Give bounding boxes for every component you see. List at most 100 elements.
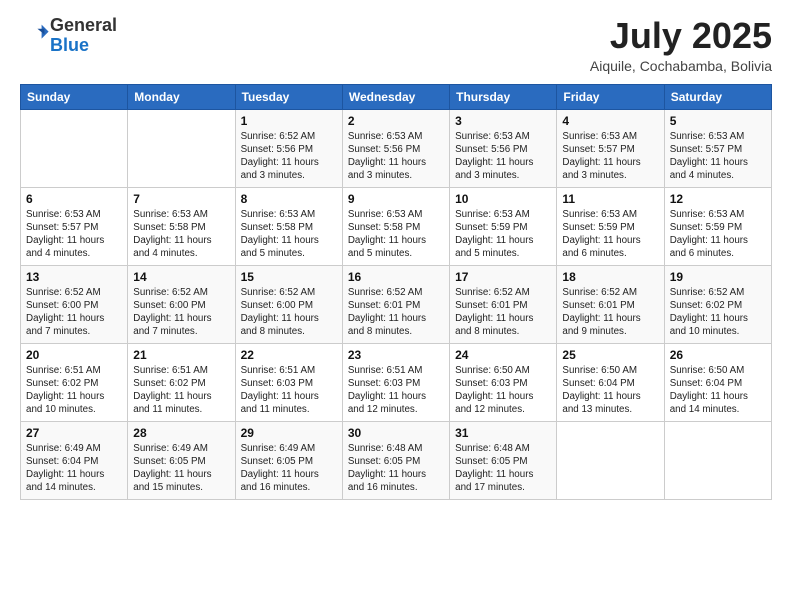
logo-blue: Blue <box>50 35 89 55</box>
day-number: 3 <box>455 114 551 128</box>
day-info: Sunrise: 6:52 AMSunset: 6:02 PMDaylight:… <box>670 286 766 339</box>
day-info: Sunrise: 6:48 AMSunset: 6:05 PMDaylight:… <box>348 442 444 495</box>
weekday-header-tuesday: Tuesday <box>235 84 342 109</box>
day-number: 4 <box>562 114 658 128</box>
calendar-cell: 27 Sunrise: 6:49 AMSunset: 6:04 PMDayligh… <box>21 421 128 499</box>
weekday-header-friday: Friday <box>557 84 664 109</box>
day-number: 8 <box>241 192 337 206</box>
location-subtitle: Aiquile, Cochabamba, Bolivia <box>590 58 772 74</box>
calendar-week-3: 13Sunrise: 6:52 AMSunset: 6:00 PMDayligh… <box>21 265 772 343</box>
day-info: Sunrise: 6:53 AMSunset: 5:57 PMDaylight:… <box>26 208 122 261</box>
calendar-cell: 5Sunrise: 6:53 AMSunset: 5:57 PMDaylight… <box>664 109 771 187</box>
day-number: 23 <box>348 348 444 362</box>
calendar-cell: 6Sunrise: 6:53 AMSunset: 5:57 PMDaylight… <box>21 187 128 265</box>
calendar-week-4: 20Sunrise: 6:51 AMSunset: 6:02 PMDayligh… <box>21 343 772 421</box>
day-info: Sunrise: 6:48 AMSunset: 6:05 PMDaylight:… <box>455 442 551 495</box>
day-info: Sunrise: 6:53 AMSunset: 5:59 PMDaylight:… <box>670 208 766 261</box>
day-number: 28 <box>133 426 229 440</box>
header: General Blue July 2025 Aiquile, Cochabam… <box>20 16 772 74</box>
weekday-header-sunday: Sunday <box>21 84 128 109</box>
day-number: 14 <box>133 270 229 284</box>
day-info: Sunrise: 6:53 AMSunset: 5:57 PMDaylight:… <box>562 130 658 183</box>
calendar-header: SundayMondayTuesdayWednesdayThursdayFrid… <box>21 84 772 109</box>
weekday-header-monday: Monday <box>128 84 235 109</box>
calendar-cell <box>664 421 771 499</box>
day-info: Sunrise: 6:52 AMSunset: 6:01 PMDaylight:… <box>455 286 551 339</box>
day-info: Sunrise: 6:53 AMSunset: 5:58 PMDaylight:… <box>133 208 229 261</box>
calendar-cell: 19Sunrise: 6:52 AMSunset: 6:02 PMDayligh… <box>664 265 771 343</box>
calendar-cell <box>128 109 235 187</box>
day-number: 11 <box>562 192 658 206</box>
day-info: Sunrise: 6:52 AMSunset: 5:56 PMDaylight:… <box>241 130 337 183</box>
calendar-cell: 14 Sunrise: 6:52 AMSunset: 6:00 PMDayligh… <box>128 265 235 343</box>
calendar-cell: 30 Sunrise: 6:48 AMSunset: 6:05 PMDayligh… <box>342 421 449 499</box>
day-info: Sunrise: 6:50 AMSunset: 6:04 PMDaylight:… <box>670 364 766 417</box>
calendar-cell: 17 Sunrise: 6:52 AMSunset: 6:01 PMDayligh… <box>450 265 557 343</box>
day-info: Sunrise: 6:53 AMSunset: 5:57 PMDaylight:… <box>670 130 766 183</box>
day-number: 17 <box>455 270 551 284</box>
day-number: 24 <box>455 348 551 362</box>
calendar-cell: 10Sunrise: 6:53 AMSunset: 5:59 PMDayligh… <box>450 187 557 265</box>
calendar-table: SundayMondayTuesdayWednesdayThursdayFrid… <box>20 84 772 500</box>
day-number: 7 <box>133 192 229 206</box>
day-number: 9 <box>348 192 444 206</box>
calendar-cell: 3 Sunrise: 6:53 AMSunset: 5:56 PMDaylight… <box>450 109 557 187</box>
calendar-cell: 12 Sunrise: 6:53 AMSunset: 5:59 PMDayligh… <box>664 187 771 265</box>
day-info: Sunrise: 6:53 AMSunset: 5:59 PMDaylight:… <box>562 208 658 261</box>
calendar-cell: 20Sunrise: 6:51 AMSunset: 6:02 PMDayligh… <box>21 343 128 421</box>
day-info: Sunrise: 6:52 AMSunset: 6:01 PMDaylight:… <box>562 286 658 339</box>
day-info: Sunrise: 6:52 AMSunset: 6:00 PMDaylight:… <box>133 286 229 339</box>
day-number: 1 <box>241 114 337 128</box>
weekday-row: SundayMondayTuesdayWednesdayThursdayFrid… <box>21 84 772 109</box>
day-info: Sunrise: 6:50 AMSunset: 6:03 PMDaylight:… <box>455 364 551 417</box>
day-number: 16 <box>348 270 444 284</box>
day-number: 25 <box>562 348 658 362</box>
day-number: 22 <box>241 348 337 362</box>
day-info: Sunrise: 6:51 AMSunset: 6:02 PMDaylight:… <box>133 364 229 417</box>
day-info: Sunrise: 6:51 AMSunset: 6:02 PMDaylight:… <box>26 364 122 417</box>
logo-text: General Blue <box>50 16 117 56</box>
calendar-cell: 13Sunrise: 6:52 AMSunset: 6:00 PMDayligh… <box>21 265 128 343</box>
calendar-cell: 18 Sunrise: 6:52 AMSunset: 6:01 PMDayligh… <box>557 265 664 343</box>
calendar-cell: 31 Sunrise: 6:48 AMSunset: 6:05 PMDayligh… <box>450 421 557 499</box>
day-info: Sunrise: 6:53 AMSunset: 5:56 PMDaylight:… <box>455 130 551 183</box>
weekday-header-thursday: Thursday <box>450 84 557 109</box>
day-number: 15 <box>241 270 337 284</box>
logo: General Blue <box>20 16 117 56</box>
day-number: 30 <box>348 426 444 440</box>
day-number: 2 <box>348 114 444 128</box>
calendar-week-1: 1 Sunrise: 6:52 AMSunset: 5:56 PMDaylight… <box>21 109 772 187</box>
logo-icon <box>22 19 50 47</box>
calendar-cell: 25 Sunrise: 6:50 AMSunset: 6:04 PMDayligh… <box>557 343 664 421</box>
day-info: Sunrise: 6:53 AMSunset: 5:56 PMDaylight:… <box>348 130 444 183</box>
calendar-week-2: 6Sunrise: 6:53 AMSunset: 5:57 PMDaylight… <box>21 187 772 265</box>
calendar-body: 1 Sunrise: 6:52 AMSunset: 5:56 PMDaylight… <box>21 109 772 499</box>
day-info: Sunrise: 6:50 AMSunset: 6:04 PMDaylight:… <box>562 364 658 417</box>
calendar-cell: 21 Sunrise: 6:51 AMSunset: 6:02 PMDayligh… <box>128 343 235 421</box>
calendar-cell: 15 Sunrise: 6:52 AMSunset: 6:00 PMDayligh… <box>235 265 342 343</box>
day-info: Sunrise: 6:51 AMSunset: 6:03 PMDaylight:… <box>241 364 337 417</box>
calendar-cell: 11 Sunrise: 6:53 AMSunset: 5:59 PMDayligh… <box>557 187 664 265</box>
day-number: 10 <box>455 192 551 206</box>
day-number: 18 <box>562 270 658 284</box>
day-info: Sunrise: 6:49 AMSunset: 6:05 PMDaylight:… <box>133 442 229 495</box>
day-info: Sunrise: 6:52 AMSunset: 6:00 PMDaylight:… <box>241 286 337 339</box>
day-number: 21 <box>133 348 229 362</box>
day-info: Sunrise: 6:49 AMSunset: 6:05 PMDaylight:… <box>241 442 337 495</box>
day-number: 26 <box>670 348 766 362</box>
day-number: 27 <box>26 426 122 440</box>
weekday-header-wednesday: Wednesday <box>342 84 449 109</box>
day-number: 12 <box>670 192 766 206</box>
calendar-cell: 1 Sunrise: 6:52 AMSunset: 5:56 PMDaylight… <box>235 109 342 187</box>
calendar-cell: 29Sunrise: 6:49 AMSunset: 6:05 PMDayligh… <box>235 421 342 499</box>
day-number: 31 <box>455 426 551 440</box>
calendar-cell: 23Sunrise: 6:51 AMSunset: 6:03 PMDayligh… <box>342 343 449 421</box>
calendar-cell <box>557 421 664 499</box>
calendar-cell: 24 Sunrise: 6:50 AMSunset: 6:03 PMDayligh… <box>450 343 557 421</box>
title-block: July 2025 Aiquile, Cochabamba, Bolivia <box>590 16 772 74</box>
month-title: July 2025 <box>590 16 772 56</box>
day-info: Sunrise: 6:49 AMSunset: 6:04 PMDaylight:… <box>26 442 122 495</box>
day-info: Sunrise: 6:52 AMSunset: 6:00 PMDaylight:… <box>26 286 122 339</box>
calendar-cell: 7 Sunrise: 6:53 AMSunset: 5:58 PMDaylight… <box>128 187 235 265</box>
calendar-cell: 26 Sunrise: 6:50 AMSunset: 6:04 PMDayligh… <box>664 343 771 421</box>
